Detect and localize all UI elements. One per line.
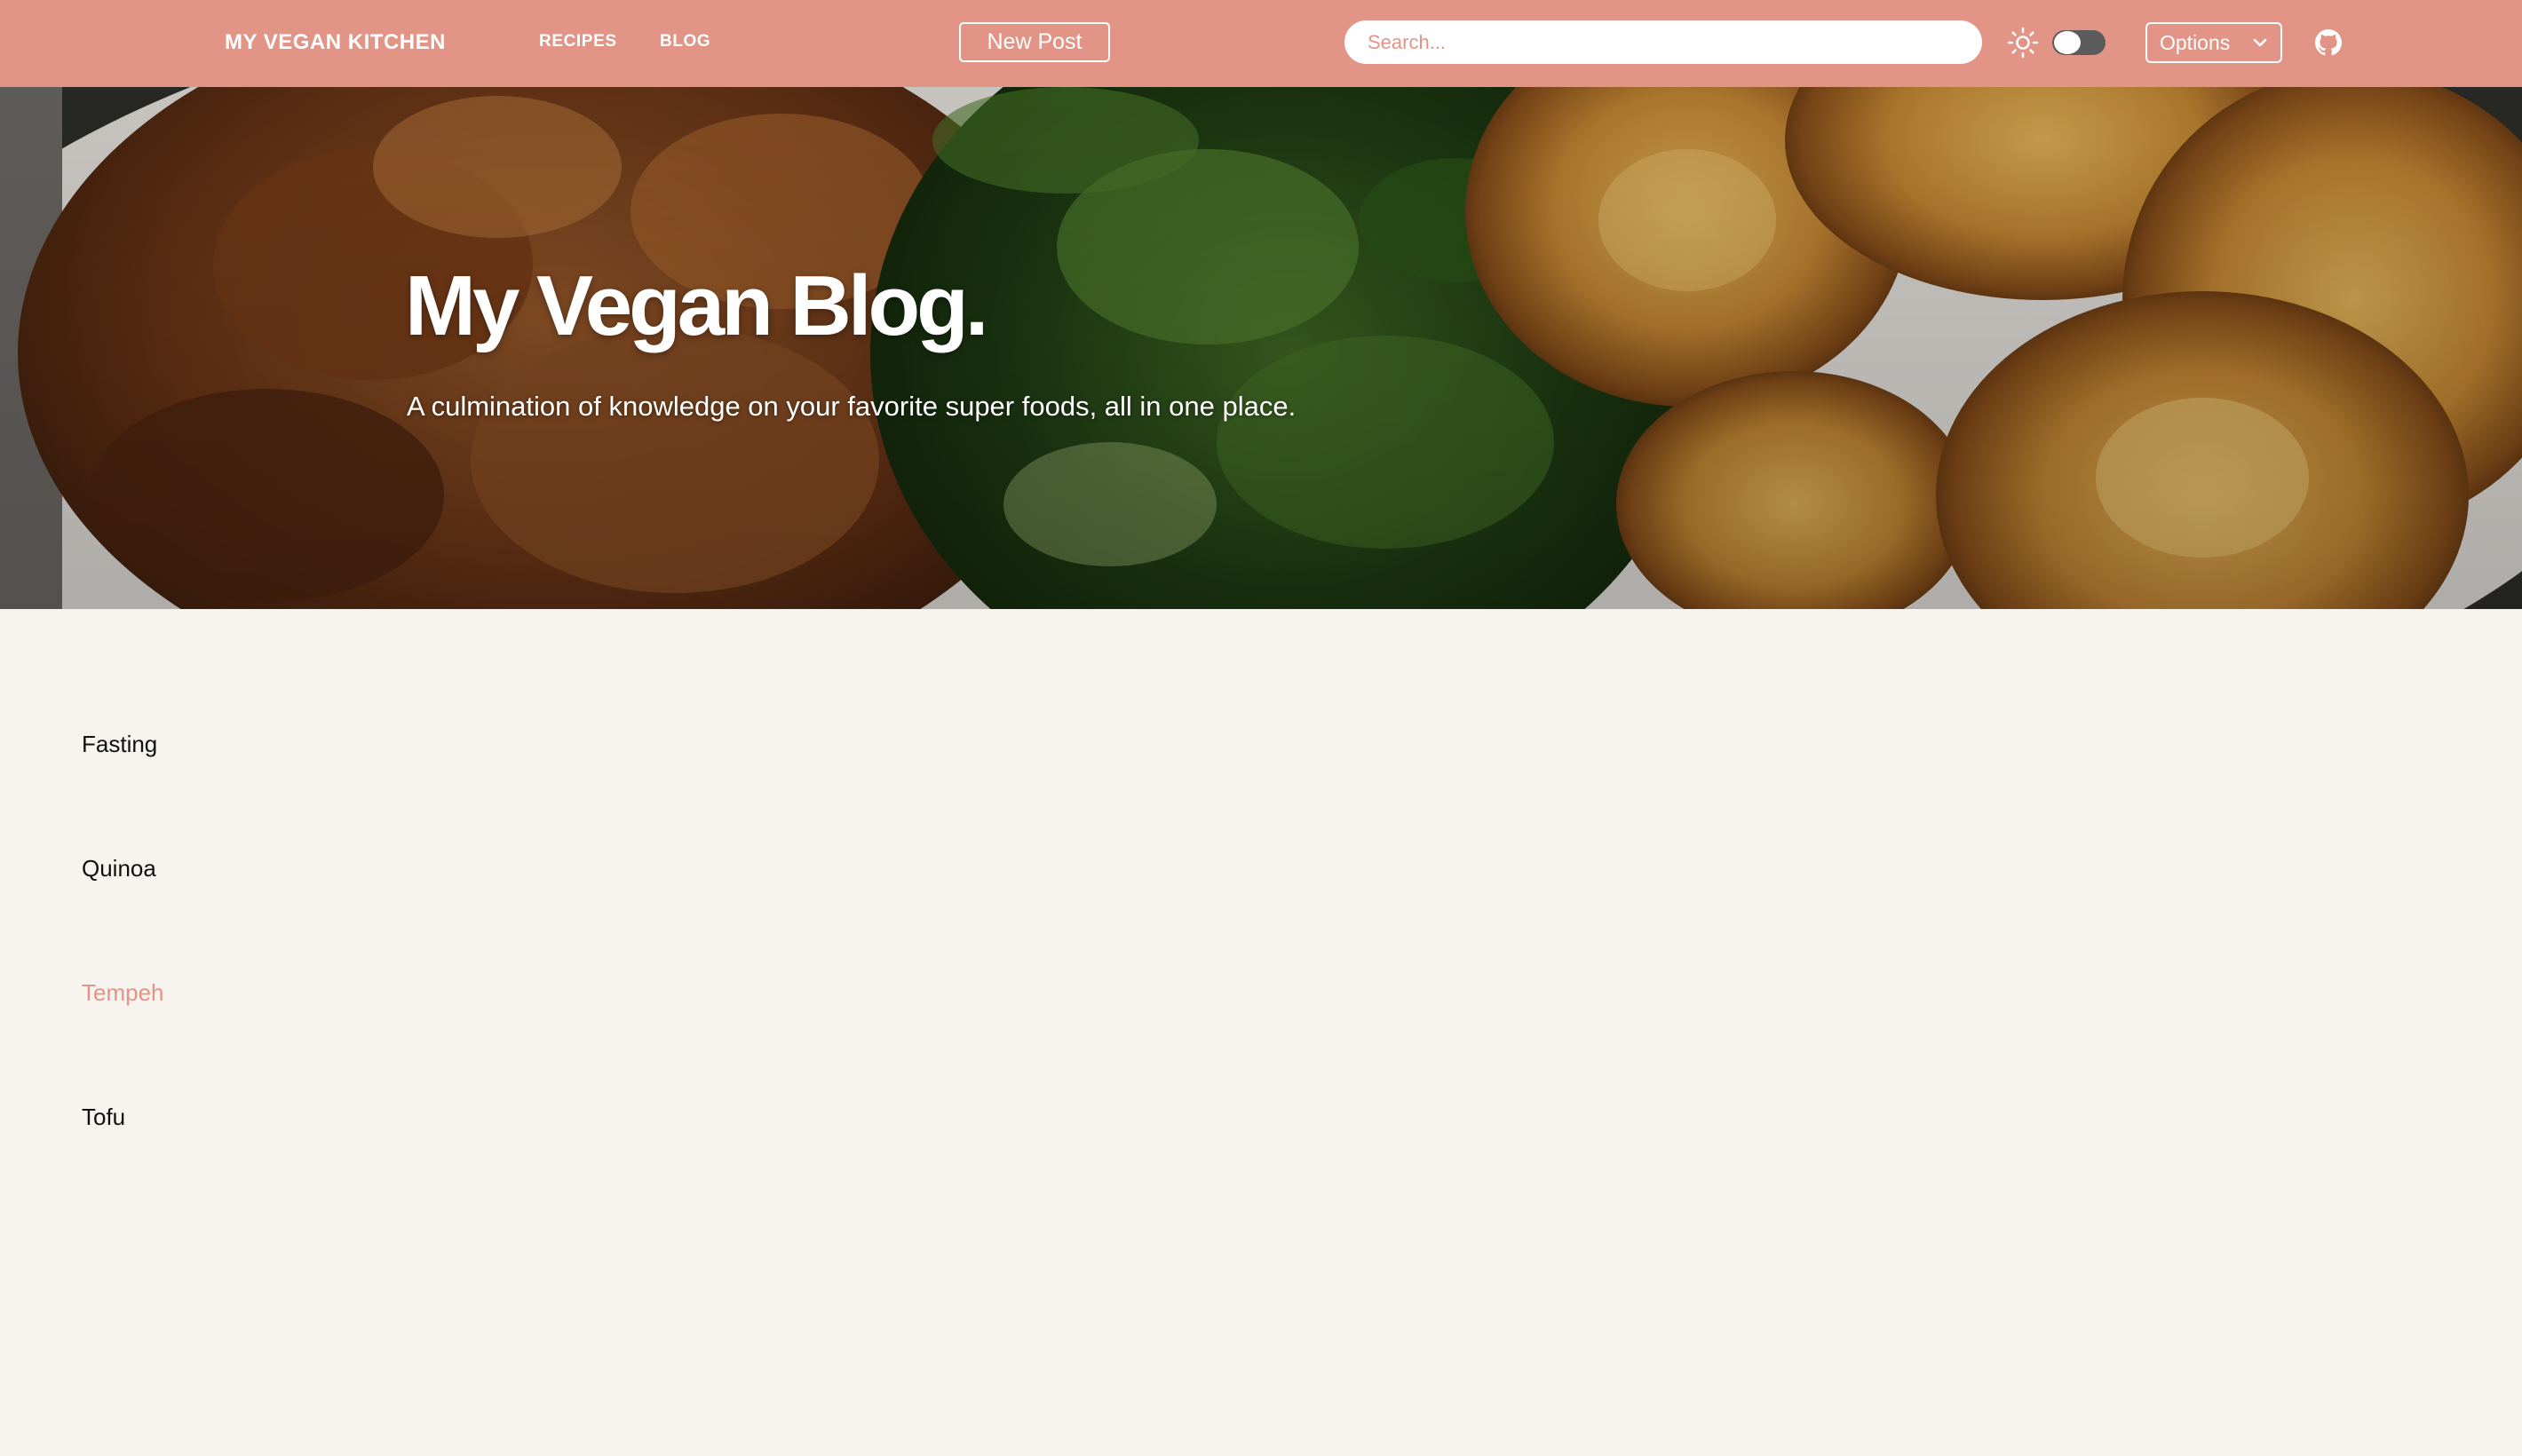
- nav-link-blog[interactable]: BLOG: [660, 30, 710, 53]
- food-photo-image: [0, 87, 2522, 609]
- category-item-tempeh[interactable]: Tempeh: [82, 959, 164, 1083]
- sun-icon: [2007, 27, 2039, 59]
- hero-subtitle: A culmination of knowledge on your favor…: [407, 391, 1297, 422]
- category-item-fasting[interactable]: Fasting: [82, 710, 164, 835]
- options-label: Options: [2160, 31, 2231, 54]
- category-item-tofu[interactable]: Tofu: [82, 1083, 164, 1207]
- new-post-button[interactable]: New Post: [959, 22, 1110, 62]
- options-dropdown-button[interactable]: Options: [2145, 22, 2282, 63]
- hero-banner: My Vegan Blog. A culmination of knowledg…: [0, 87, 2522, 609]
- chevron-down-icon: [2253, 38, 2267, 47]
- github-icon[interactable]: [2315, 29, 2342, 56]
- top-navbar: MY VEGAN KITCHEN RECIPES BLOG New Post O…: [0, 0, 2522, 87]
- category-list: Fasting Quinoa Tempeh Tofu: [82, 710, 164, 1207]
- hero-title: My Vegan Blog.: [405, 258, 988, 353]
- search-input[interactable]: [1344, 20, 1982, 64]
- site-brand-link[interactable]: MY VEGAN KITCHEN: [225, 28, 446, 58]
- category-item-quinoa[interactable]: Quinoa: [82, 835, 164, 959]
- theme-toggle[interactable]: [2052, 30, 2106, 55]
- toggle-knob: [2054, 31, 2081, 54]
- nav-link-recipes[interactable]: RECIPES: [539, 30, 617, 53]
